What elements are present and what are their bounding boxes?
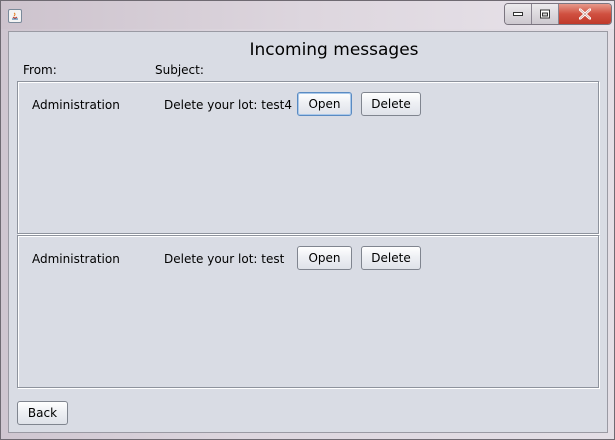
java-icon[interactable] (8, 9, 22, 23)
open-message-button[interactable]: Open (297, 92, 352, 116)
subject-column-label: Subject: (155, 63, 204, 77)
message-panel-2: Administration Delete your lot: test Ope… (17, 235, 599, 388)
close-button[interactable] (559, 4, 611, 24)
title-bar[interactable] (1, 1, 614, 29)
open-message-button[interactable]: Open (297, 246, 352, 270)
message-panel-1: Administration Delete your lot: test4 Op… (17, 81, 599, 234)
message-sender: Administration (32, 252, 120, 266)
message-subject: Delete your lot: test (164, 252, 285, 266)
delete-message-button[interactable]: Delete (361, 246, 421, 270)
message-sender: Administration (32, 98, 120, 112)
page-title: Incoming messages (249, 40, 419, 60)
minimize-icon (513, 12, 523, 16)
close-icon (579, 8, 591, 20)
from-column-label: From: (23, 63, 57, 77)
maximize-button[interactable] (532, 4, 559, 24)
delete-message-button[interactable]: Delete (361, 92, 421, 116)
application-window: Incoming messages From: Subject: Adminis… (0, 0, 615, 440)
main-content: Incoming messages From: Subject: Adminis… (8, 31, 608, 433)
maximize-icon (540, 9, 550, 19)
minimize-button[interactable] (505, 4, 532, 24)
window-controls (504, 3, 612, 25)
back-button[interactable]: Back (17, 401, 68, 425)
message-subject: Delete your lot: test4 (164, 98, 292, 112)
